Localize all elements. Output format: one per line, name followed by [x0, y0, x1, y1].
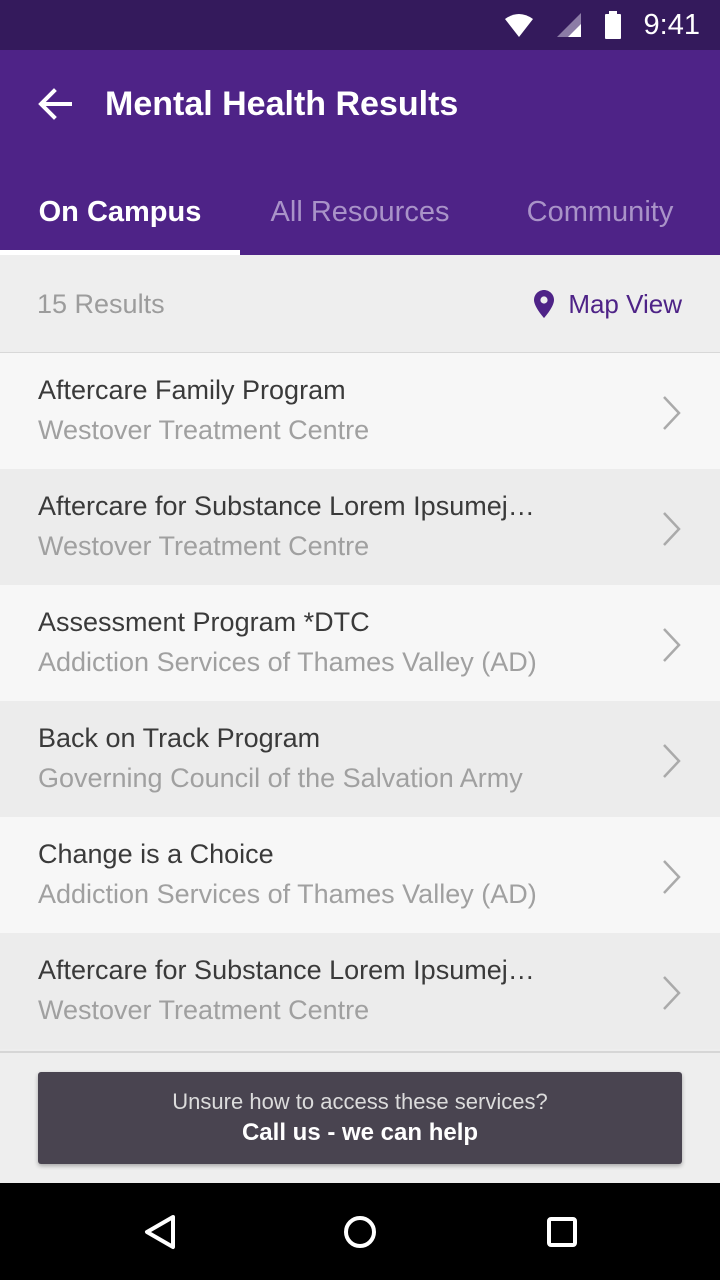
- list-item-title: Aftercare for Substance Lorem Ipsumej…: [38, 955, 535, 985]
- tab-community[interactable]: Community: [480, 170, 720, 255]
- list-item-subtitle: Addiction Services of Thames Valley (AD): [38, 647, 537, 677]
- battery-icon: [604, 11, 621, 39]
- list-item-title: Aftercare Family Program: [38, 375, 346, 405]
- help-prompt: Unsure how to access these services?: [172, 1089, 548, 1114]
- list-item[interactable]: Assessment Program *DTC Addiction Servic…: [0, 585, 720, 701]
- nav-home-button[interactable]: [310, 1183, 410, 1280]
- list-item-subtitle: Governing Council of the Salvation Army: [38, 763, 523, 793]
- signal-icon: [556, 13, 581, 37]
- list-item-title: Back on Track Program: [38, 723, 321, 753]
- results-list: Aftercare Family Program Westover Treatm…: [0, 353, 720, 1049]
- status-time: 9:41: [643, 8, 700, 41]
- chevron-right-icon: [663, 860, 681, 894]
- nav-back-icon: [145, 1214, 175, 1249]
- map-view-button[interactable]: Map View: [534, 255, 682, 353]
- list-divider: [0, 1051, 720, 1053]
- nav-home-icon: [344, 1215, 376, 1248]
- tab-all-resources[interactable]: All Resources: [240, 170, 480, 255]
- list-item[interactable]: Aftercare for Substance Lorem Ipsumej… W…: [0, 933, 720, 1049]
- tab-on-campus[interactable]: On Campus: [0, 170, 240, 255]
- call-us-banner[interactable]: Unsure how to access these services? Cal…: [38, 1072, 682, 1164]
- list-item-title: Assessment Program *DTC: [38, 607, 370, 637]
- nav-recents-button[interactable]: [512, 1183, 612, 1280]
- call-us-label: Call us - we can help: [241, 1119, 479, 1146]
- chevron-right-icon: [663, 744, 681, 778]
- back-arrow-icon: [38, 88, 72, 120]
- list-item-title: Aftercare for Substance Lorem Ipsumej…: [38, 491, 535, 521]
- chevron-right-icon: [663, 976, 681, 1010]
- nav-back-button[interactable]: [110, 1183, 210, 1280]
- list-item[interactable]: Change is a Choice Addiction Services of…: [0, 817, 720, 933]
- list-item[interactable]: Aftercare for Substance Lorem Ipsumej… W…: [0, 469, 720, 585]
- list-item-subtitle: Westover Treatment Centre: [38, 415, 370, 445]
- chevron-right-icon: [663, 512, 681, 546]
- status-bar: 9:41: [0, 0, 720, 50]
- list-item-subtitle: Westover Treatment Centre: [38, 531, 370, 561]
- map-pin-icon: [534, 290, 555, 318]
- wifi-icon: [504, 14, 533, 37]
- results-bar: 15 Results Map View: [0, 255, 720, 353]
- results-count: 15 Results: [37, 289, 165, 319]
- list-item-subtitle: Addiction Services of Thames Valley (AD): [38, 879, 537, 909]
- chevron-right-icon: [663, 628, 681, 662]
- list-item[interactable]: Aftercare Family Program Westover Treatm…: [0, 353, 720, 469]
- chevron-right-icon: [663, 396, 681, 430]
- page-title: Mental Health Results: [105, 85, 459, 123]
- nav-recents-icon: [547, 1216, 577, 1247]
- list-item-subtitle: Westover Treatment Centre: [38, 995, 370, 1025]
- system-nav-bar: [0, 1183, 720, 1280]
- list-item[interactable]: Back on Track Program Governing Council …: [0, 701, 720, 817]
- list-item-title: Change is a Choice: [38, 839, 274, 869]
- app-bar: Mental Health Results On Campus All Reso…: [0, 50, 720, 255]
- back-button[interactable]: [28, 82, 82, 126]
- tab-bar: On Campus All Resources Community: [0, 170, 720, 255]
- map-view-label: Map View: [568, 288, 682, 319]
